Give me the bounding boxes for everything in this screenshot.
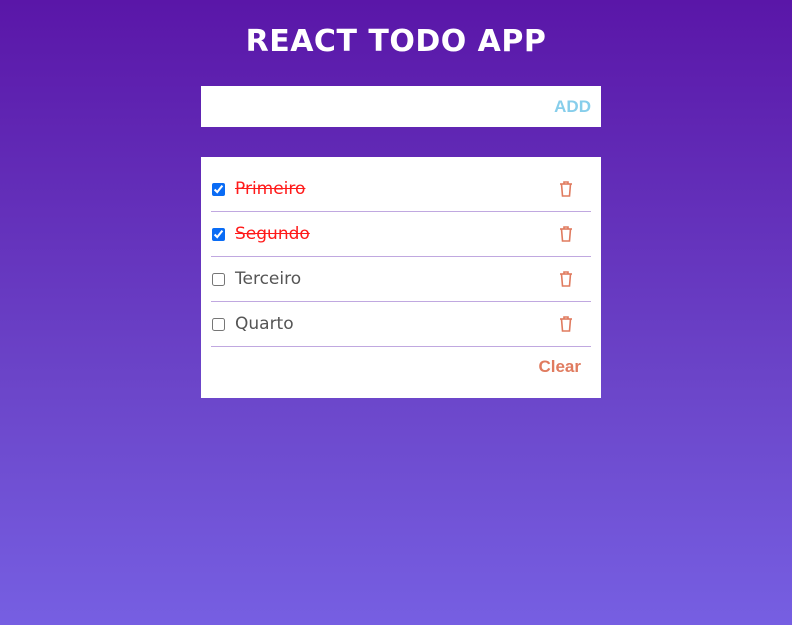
todo-checkbox[interactable] (212, 227, 225, 241)
add-todo-form: ADD (201, 86, 601, 127)
todo-item: Quarto (211, 302, 591, 347)
todo-checkbox[interactable] (212, 182, 225, 196)
todo-label: Terceiro (235, 269, 302, 289)
todo-label: Segundo (235, 224, 310, 244)
trash-icon[interactable] (556, 314, 576, 334)
todo-checkbox[interactable] (212, 272, 225, 286)
add-button[interactable]: ADD (550, 97, 601, 117)
todo-item: Terceiro (211, 257, 591, 302)
todo-item: Segundo (211, 212, 591, 257)
todo-input[interactable] (201, 86, 551, 127)
page-title: REACT TODO APP (245, 24, 547, 59)
clear-button[interactable]: Clear (528, 357, 591, 377)
todo-checkbox[interactable] (212, 317, 225, 331)
trash-icon[interactable] (556, 269, 576, 289)
trash-icon[interactable] (556, 224, 576, 244)
todo-label: Primeiro (235, 179, 306, 199)
todo-item: Primeiro (211, 167, 591, 212)
todo-list: Primeiro Segundo Terceiro Quarto Clear (201, 157, 601, 398)
todo-label: Quarto (235, 314, 294, 334)
trash-icon[interactable] (556, 179, 576, 199)
